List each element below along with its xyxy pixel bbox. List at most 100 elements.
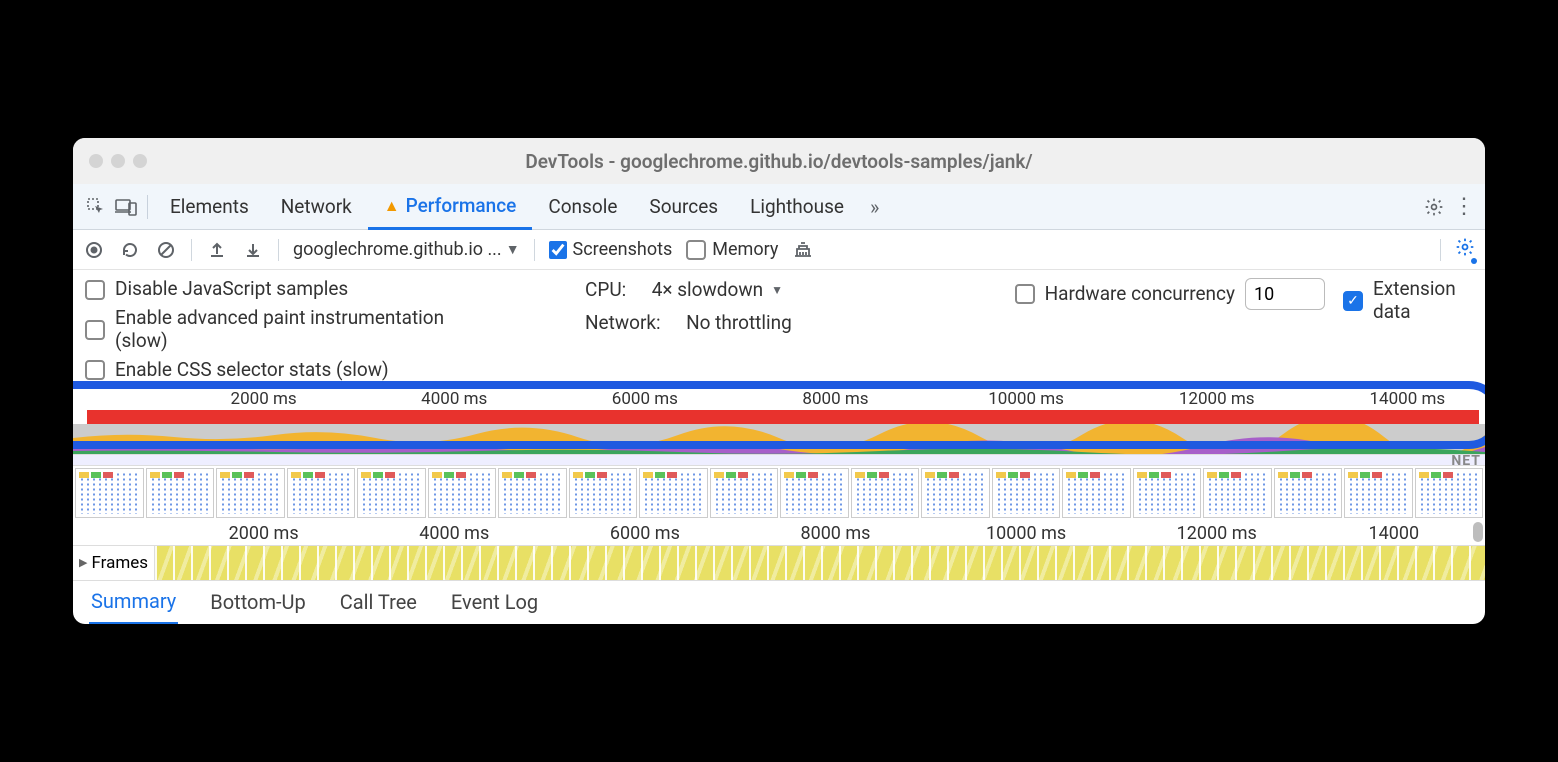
tab-lighthouse[interactable]: Lighthouse (734, 184, 860, 229)
screenshot-filmstrip[interactable] (73, 466, 1485, 520)
hardware-concurrency-input[interactable] (1245, 278, 1325, 310)
cpu-throttle-select[interactable]: 4× slowdown (652, 278, 763, 301)
more-tabs-icon[interactable]: » (860, 195, 889, 219)
tab-network[interactable]: Network (265, 184, 368, 229)
tab-separator (147, 195, 148, 219)
details-tab-summary[interactable]: Summary (89, 580, 178, 624)
filmstrip-frame[interactable] (146, 468, 215, 518)
details-tab-call-tree[interactable]: Call Tree (338, 581, 419, 623)
traffic-lights (89, 154, 147, 168)
expand-triangle-icon: ▶ (79, 556, 87, 569)
kebab-menu-icon[interactable]: ⋮ (1451, 194, 1477, 219)
ruler-tick: 8000 ms (802, 389, 868, 409)
extension-data-checkbox[interactable]: ✓ (1343, 291, 1363, 311)
frames-track[interactable] (155, 546, 1485, 580)
screenshots-input[interactable] (549, 241, 567, 259)
overview-ruler[interactable]: 2000 ms 4000 ms 6000 ms 8000 ms 10000 ms 1200… (73, 386, 1485, 410)
filmstrip-frame[interactable] (639, 468, 708, 518)
ruler-tick: 2000 ms (229, 523, 299, 544)
screenshots-checkbox[interactable]: Screenshots (549, 239, 673, 260)
ruler-tick: 8000 ms (800, 523, 870, 544)
filmstrip-frame[interactable] (1274, 468, 1343, 518)
css-selector-stats-label: Enable CSS selector stats (slow) (115, 359, 389, 382)
disable-js-samples-row[interactable]: Disable JavaScript samples (85, 278, 545, 301)
minimize-dot[interactable] (111, 154, 125, 168)
filmstrip-frame[interactable] (1133, 468, 1202, 518)
disable-js-samples-checkbox[interactable] (85, 280, 105, 300)
tab-performance-label: Performance (406, 194, 517, 217)
screenshots-label: Screenshots (573, 239, 673, 260)
filmstrip-frame[interactable] (1203, 468, 1272, 518)
ruler-tick: 6000 ms (612, 389, 678, 409)
frames-track-header[interactable]: ▶ Frames (73, 546, 155, 580)
filmstrip-frame[interactable] (1062, 468, 1131, 518)
memory-label: Memory (712, 239, 778, 260)
garbage-collect-icon[interactable] (792, 240, 814, 260)
details-tabbar: Summary Bottom-Up Call Tree Event Log (73, 580, 1485, 624)
devtools-window: DevTools - googlechrome.github.io/devtoo… (73, 138, 1485, 623)
tab-elements[interactable]: Elements (154, 184, 265, 229)
capture-settings-icon[interactable] (1455, 237, 1475, 262)
hardware-concurrency-checkbox[interactable] (1015, 284, 1035, 304)
flamechart-ruler[interactable]: 2000 ms4000 ms6000 ms8000 ms10000 ms1200… (73, 520, 1485, 546)
filmstrip-frame[interactable] (498, 468, 567, 518)
zoom-dot[interactable] (133, 154, 147, 168)
css-selector-stats-row[interactable]: Enable CSS selector stats (slow) (85, 359, 545, 382)
memory-input[interactable] (686, 240, 706, 260)
download-icon[interactable] (242, 241, 264, 259)
network-overview-row[interactable]: NET (73, 454, 1485, 466)
filmstrip-frame[interactable] (1344, 468, 1413, 518)
frames-track-row: ▶ Frames (73, 546, 1485, 580)
filmstrip-frame[interactable] (287, 468, 356, 518)
memory-checkbox[interactable]: Memory (686, 239, 778, 260)
ruler-tick: 12000 ms (1179, 389, 1255, 409)
recording-source-select[interactable]: googlechrome.github.io ... ▼ (293, 239, 520, 260)
filmstrip-frame[interactable] (357, 468, 426, 518)
filmstrip-frame[interactable] (851, 468, 920, 518)
filmstrip-frame[interactable] (780, 468, 849, 518)
ruler-tick: 6000 ms (610, 523, 680, 544)
inspect-icon[interactable] (81, 197, 111, 217)
close-dot[interactable] (89, 154, 103, 168)
filmstrip-frame[interactable] (1415, 468, 1484, 518)
capture-settings-panel: Disable JavaScript samples Enable advanc… (73, 270, 1485, 385)
advanced-paint-row[interactable]: Enable advanced paint instrumentation (s… (85, 307, 545, 353)
ruler-tick: 2000 ms (231, 389, 297, 409)
cpu-label: CPU: (585, 278, 626, 301)
clear-icon[interactable] (155, 241, 177, 259)
details-tab-event-log[interactable]: Event Log (449, 581, 540, 623)
network-label: Network: (585, 311, 661, 334)
hardware-concurrency-label: Hardware concurrency (1045, 283, 1235, 306)
recording-source-label: googlechrome.github.io ... (293, 239, 502, 260)
device-toggle-icon[interactable] (111, 198, 141, 216)
details-tab-bottom-up[interactable]: Bottom-Up (208, 581, 307, 623)
tab-performance[interactable]: ▲ Performance (368, 185, 533, 230)
filmstrip-frame[interactable] (428, 468, 497, 518)
filmstrip-frame[interactable] (992, 468, 1061, 518)
tab-sources[interactable]: Sources (633, 184, 734, 229)
long-task-bar (87, 410, 1479, 424)
advanced-paint-checkbox[interactable] (85, 320, 105, 340)
net-label: NET (1451, 453, 1481, 469)
cpu-activity-chart[interactable] (73, 424, 1485, 454)
tab-console[interactable]: Console (532, 184, 633, 229)
network-throttle-select[interactable]: No throttling (686, 311, 792, 334)
filmstrip-frame[interactable] (216, 468, 285, 518)
reload-record-icon[interactable] (119, 241, 141, 259)
filmstrip-frame[interactable] (921, 468, 990, 518)
panel-tabbar: Elements Network ▲ Performance Console S… (73, 184, 1485, 230)
filmstrip-frame[interactable] (75, 468, 144, 518)
ruler-tick: 4000 ms (421, 389, 487, 409)
extension-data-row[interactable]: ✓ Extension data (1343, 278, 1473, 324)
settings-icon[interactable] (1417, 197, 1451, 217)
frames-track-label: Frames (91, 553, 148, 573)
css-selector-stats-checkbox[interactable] (85, 360, 105, 380)
chevron-down-icon: ▼ (771, 283, 783, 297)
filmstrip-frame[interactable] (710, 468, 779, 518)
record-icon[interactable] (83, 241, 105, 259)
scrollbar-thumb[interactable] (1473, 522, 1483, 542)
upload-icon[interactable] (206, 241, 228, 259)
ruler-tick: 10000 ms (988, 389, 1064, 409)
hardware-concurrency-row: Hardware concurrency (1015, 278, 1325, 310)
filmstrip-frame[interactable] (569, 468, 638, 518)
